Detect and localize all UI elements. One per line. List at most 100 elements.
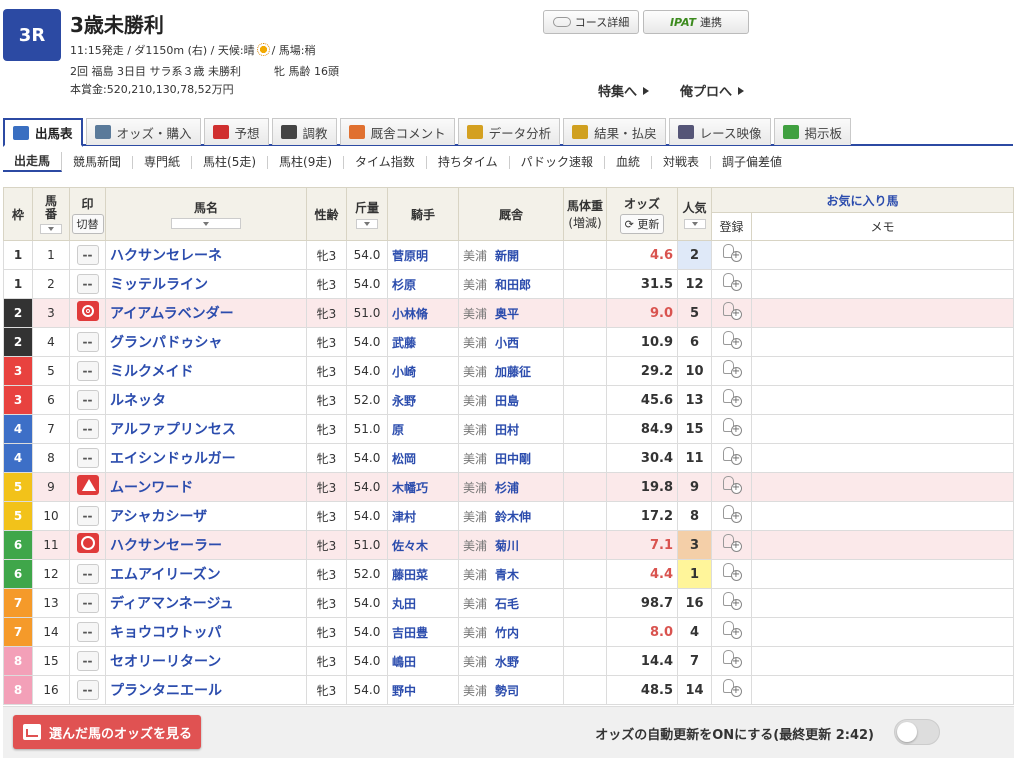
trainer-link[interactable]: 水野 [495,655,519,669]
odds-refresh-button[interactable]: ⟳ 更新 [619,213,665,234]
memo-cell[interactable] [751,675,1014,705]
mark-button[interactable]: -- [76,651,99,671]
subnav-item[interactable]: 持ちタイム [427,155,510,169]
horse-name-link[interactable]: ディアマンネージュ [110,596,233,612]
memo-cell[interactable] [751,298,1014,328]
add-favorite-horse-icon[interactable]: + [722,360,742,378]
horse-name-link[interactable]: アイアムラベンダー [110,306,234,322]
mark-button[interactable]: -- [76,622,99,642]
sort-arrow-icon[interactable] [356,219,378,229]
tab-0[interactable]: 出馬表 [3,118,83,147]
subnav-item[interactable]: 出走馬 [3,152,63,172]
subnav-item[interactable]: 馬柱(5走) [192,155,269,169]
trainer-link[interactable]: 田中剛 [495,452,531,466]
mark-button[interactable]: ▲ [76,475,99,495]
orepro-link[interactable]: 俺プロへ [680,81,744,100]
jockey-link[interactable]: 藤田菜 [392,568,428,582]
subnav-item[interactable]: タイム指数 [344,155,427,169]
mark-button[interactable]: ○ [76,533,99,553]
jockey-link[interactable]: 永野 [392,394,416,408]
horse-name-link[interactable]: ミッテルライン [110,277,208,293]
subnav-item[interactable]: 専門紙 [133,155,193,169]
add-favorite-horse-icon[interactable]: + [722,244,742,262]
horse-name-link[interactable]: アルファプリンセス [110,422,236,438]
trainer-link[interactable]: 奥平 [495,307,519,321]
tab-6[interactable]: 結果・払戻 [563,118,666,145]
add-favorite-horse-icon[interactable]: + [722,418,742,436]
horse-name-link[interactable]: ルネッタ [110,393,166,409]
horse-name-link[interactable]: プランタニエール [110,683,222,699]
jockey-link[interactable]: 武藤 [392,336,416,350]
trainer-link[interactable]: 鈴木伸 [495,510,531,524]
trainer-link[interactable]: 菊川 [495,539,519,553]
memo-cell[interactable] [751,327,1014,357]
memo-cell[interactable] [751,443,1014,473]
trainer-link[interactable]: 新開 [495,249,519,263]
trainer-link[interactable]: 田村 [495,423,519,437]
subnav-item[interactable]: 馬柱(9走) [268,155,345,169]
jockey-link[interactable]: 小林脩 [392,307,428,321]
mark-button[interactable]: -- [76,506,99,526]
tab-5[interactable]: データ分析 [457,118,561,145]
jockey-link[interactable]: 原 [392,423,404,437]
trainer-link[interactable]: 加藤征 [495,365,531,379]
trainer-link[interactable]: 青木 [495,568,519,582]
mark-button[interactable]: -- [76,593,99,613]
subnav-item[interactable]: 血統 [605,155,652,169]
memo-cell[interactable] [751,530,1014,560]
horse-name-link[interactable]: ハクサンセレーネ [110,248,222,264]
add-favorite-horse-icon[interactable]: + [722,592,742,610]
mark-button[interactable]: -- [76,564,99,584]
selected-odds-button[interactable]: 選んだ馬のオッズを見る [13,715,201,749]
tab-4[interactable]: 厩舎コメント [339,118,455,145]
mark-button[interactable]: -- [76,332,99,352]
subnav-item[interactable]: パドック速報 [510,155,605,169]
jockey-link[interactable]: 丸田 [392,597,416,611]
add-favorite-horse-icon[interactable]: + [722,331,742,349]
col-name[interactable]: 馬名 [105,187,307,241]
memo-cell[interactable] [751,472,1014,502]
jockey-link[interactable]: 木幡巧 [392,481,428,495]
memo-cell[interactable] [751,646,1014,676]
trainer-link[interactable]: 竹内 [495,626,519,640]
memo-cell[interactable] [751,617,1014,647]
horse-name-link[interactable]: アシャカシーザ [110,509,207,525]
horse-name-link[interactable]: エムアイリーズン [110,567,221,583]
trainer-link[interactable]: 勢司 [495,684,519,698]
tab-3[interactable]: 調教 [271,118,337,145]
mark-button[interactable]: -- [76,419,99,439]
tab-1[interactable]: オッズ・購入 [85,118,201,145]
jockey-link[interactable]: 嶋田 [392,655,416,669]
mark-button[interactable]: -- [76,245,99,265]
memo-cell[interactable] [751,356,1014,386]
add-favorite-horse-icon[interactable]: + [722,563,742,581]
ipat-link-button[interactable]: IPAT 連携 [643,10,749,34]
memo-cell[interactable] [751,269,1014,299]
col-umaban[interactable]: 馬番 [32,187,70,241]
memo-cell[interactable] [751,385,1014,415]
sort-arrow-icon[interactable] [683,219,706,229]
jockey-link[interactable]: 杉原 [392,278,416,292]
horse-name-link[interactable]: ハクサンセーラー [110,538,222,554]
mark-button[interactable]: -- [76,274,99,294]
mark-button[interactable]: -- [76,361,99,381]
trainer-link[interactable]: 和田郎 [495,278,531,292]
horse-name-link[interactable]: セオリーリターン [110,654,221,670]
trainer-link[interactable]: 石毛 [495,597,519,611]
horse-name-link[interactable]: グランパドゥシャ [110,335,222,351]
add-favorite-horse-icon[interactable]: + [722,389,742,407]
subnav-item[interactable]: 調子偏差値 [711,155,793,169]
mark-button[interactable]: -- [76,448,99,468]
add-favorite-horse-icon[interactable]: + [722,302,742,320]
memo-cell[interactable] [751,588,1014,618]
horse-name-link[interactable]: エイシンドゥルガー [110,451,236,467]
mark-button[interactable]: -- [76,680,99,700]
memo-cell[interactable] [751,501,1014,531]
tab-2[interactable]: 予想 [203,118,269,145]
memo-cell[interactable] [751,559,1014,589]
add-favorite-horse-icon[interactable]: + [722,679,742,697]
subnav-item[interactable]: 競馬新聞 [62,155,134,169]
add-favorite-horse-icon[interactable]: + [722,447,742,465]
mark-button[interactable]: ◎ [76,301,99,321]
add-favorite-horse-icon[interactable]: + [722,621,742,639]
